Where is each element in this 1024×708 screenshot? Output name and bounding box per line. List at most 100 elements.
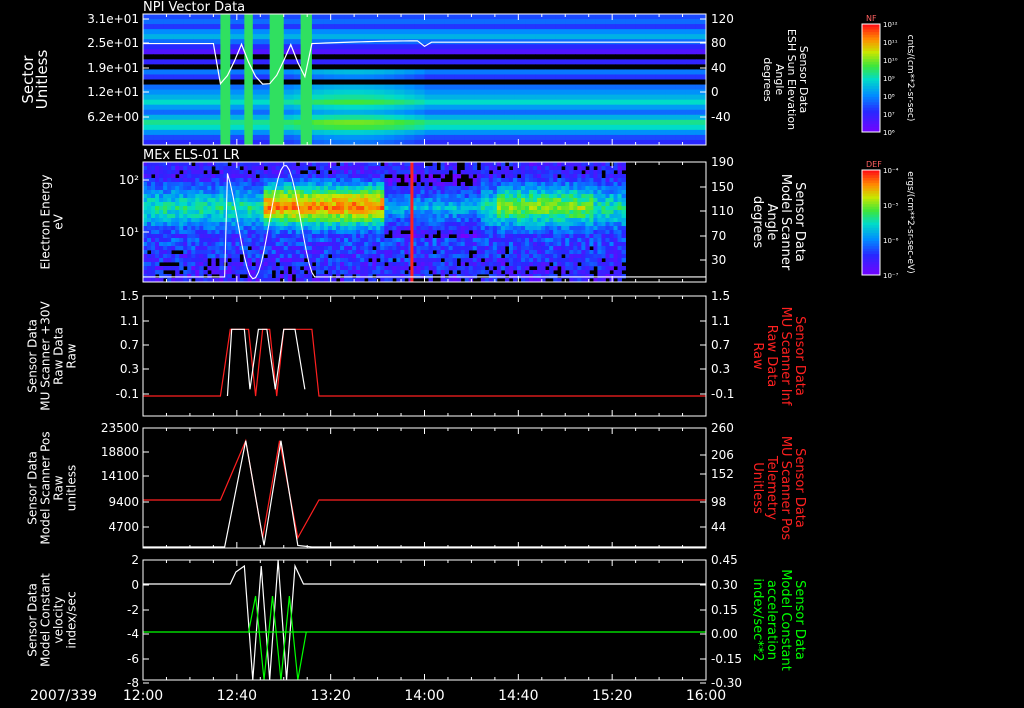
spectrogram-cell [259, 198, 265, 203]
spectrogram-cell [364, 250, 369, 255]
spectrogram-cell [173, 109, 184, 116]
spectrogram-cell [621, 226, 626, 231]
spectrogram-cell [307, 238, 313, 243]
spectrogram-cell [271, 222, 277, 227]
spectrogram-cell [364, 234, 369, 239]
spectrogram-cell [581, 270, 586, 275]
spectrogram-cell [271, 266, 277, 271]
spectrogram-cell [625, 94, 637, 101]
spectrogram-cell [484, 242, 490, 247]
spectrogram-cell [155, 250, 160, 255]
spectrogram-cell [440, 214, 446, 219]
spectrogram-cell [143, 234, 148, 239]
spectrogram-cell [456, 274, 462, 279]
spectrogram-cell [537, 218, 542, 223]
spectrogram-cell [595, 99, 606, 106]
spectrogram-cell [364, 238, 369, 243]
spectrogram-cell [171, 242, 176, 247]
spectrogram-cell [239, 226, 244, 231]
spectrogram-cell [545, 226, 550, 231]
spectrogram-cell [541, 218, 546, 223]
spectrogram-cell [557, 222, 562, 227]
spectrogram-cell [354, 99, 365, 106]
spectrogram-cell [585, 222, 590, 227]
spectrogram-cell [597, 170, 602, 175]
spectrogram-cell [344, 54, 355, 60]
spectrogram-cell [384, 230, 389, 235]
spectrogram-cell [344, 230, 349, 235]
spectrogram-cell [675, 59, 687, 65]
spectrogram-cell [143, 44, 154, 50]
spectrogram-cell [233, 69, 245, 75]
spectrogram-cell [183, 194, 188, 199]
spectrogram-cell [191, 206, 196, 211]
spectrogram-cell [336, 270, 341, 275]
spectrogram-cell [332, 254, 337, 259]
spectrogram-cell [476, 234, 482, 239]
spectrogram-cell [291, 266, 297, 271]
spectrogram-cell [521, 194, 526, 199]
spectrogram-cell [525, 109, 536, 116]
spectrogram-cell [454, 69, 466, 75]
spectrogram-cell [476, 230, 482, 235]
spectrogram-cell [253, 119, 265, 126]
spectrogram-cell [291, 222, 297, 227]
spectrogram-cell [313, 119, 325, 126]
spectrogram-cell [155, 230, 160, 235]
spectrogram-cell [432, 182, 437, 187]
spectrogram-cell [227, 234, 232, 239]
spectrogram-cell [514, 24, 526, 30]
spectrogram-cell [183, 19, 194, 25]
spectrogram-cell [153, 104, 164, 111]
spectrogram-cell [675, 89, 687, 96]
spectrogram-cell [143, 238, 148, 243]
y2-tick-label: -40 [711, 110, 731, 124]
spectrogram-spike [410, 162, 414, 282]
spectrogram-cell [147, 206, 152, 211]
spectrogram-cell [233, 39, 245, 45]
spectrogram-cell [247, 258, 252, 263]
spectrogram-cell [344, 250, 349, 255]
spectrogram-cell [191, 266, 196, 271]
spectrogram-cell [575, 59, 586, 65]
spectrogram-cell [428, 258, 433, 263]
spectrogram-cell [179, 202, 184, 207]
spectrogram-cell [525, 24, 536, 30]
spectrogram-cell [313, 99, 325, 106]
spectrogram-cell [635, 119, 647, 126]
spectrogram-cell [247, 194, 252, 199]
spectrogram-cell [404, 166, 409, 171]
spectrogram-cell [695, 19, 707, 25]
spectrogram-cell [575, 104, 586, 111]
spectrogram-cell [153, 54, 164, 60]
spectrogram-cell [581, 162, 586, 167]
spectrogram-cell [173, 54, 184, 60]
spectrogram-cell [581, 234, 586, 239]
spectrogram-cell [372, 270, 377, 275]
spectrogram-cell [675, 69, 687, 75]
spectrogram-cell [153, 74, 164, 80]
spectrogram-cell [348, 198, 353, 203]
spectrogram-cell [516, 230, 522, 235]
spectrogram-cell [380, 186, 385, 191]
spectrogram-cell [424, 254, 429, 259]
spectrogram-cell [315, 266, 321, 271]
spectrogram-cell [153, 59, 164, 65]
spectrogram-cell [456, 238, 462, 243]
spectrogram-cell [416, 186, 421, 191]
spectrogram-cell [512, 194, 518, 199]
spectrogram-cell [549, 230, 554, 235]
spectrogram-cell [404, 210, 409, 215]
spectrogram-cell [613, 194, 618, 199]
spectrogram-cell [625, 99, 637, 106]
spectrogram-cell [488, 250, 494, 255]
spectrogram-cell [336, 262, 341, 267]
spectrogram-cell [589, 162, 594, 167]
spectrogram-cell [484, 178, 490, 183]
y-tick-label: 10¹ [119, 225, 139, 239]
spectrogram-cell [557, 214, 562, 219]
spectrogram-cell [597, 210, 602, 215]
spectrogram-cell [271, 242, 277, 247]
spectrogram-cell [255, 238, 261, 243]
spectrogram-cell [287, 250, 293, 255]
